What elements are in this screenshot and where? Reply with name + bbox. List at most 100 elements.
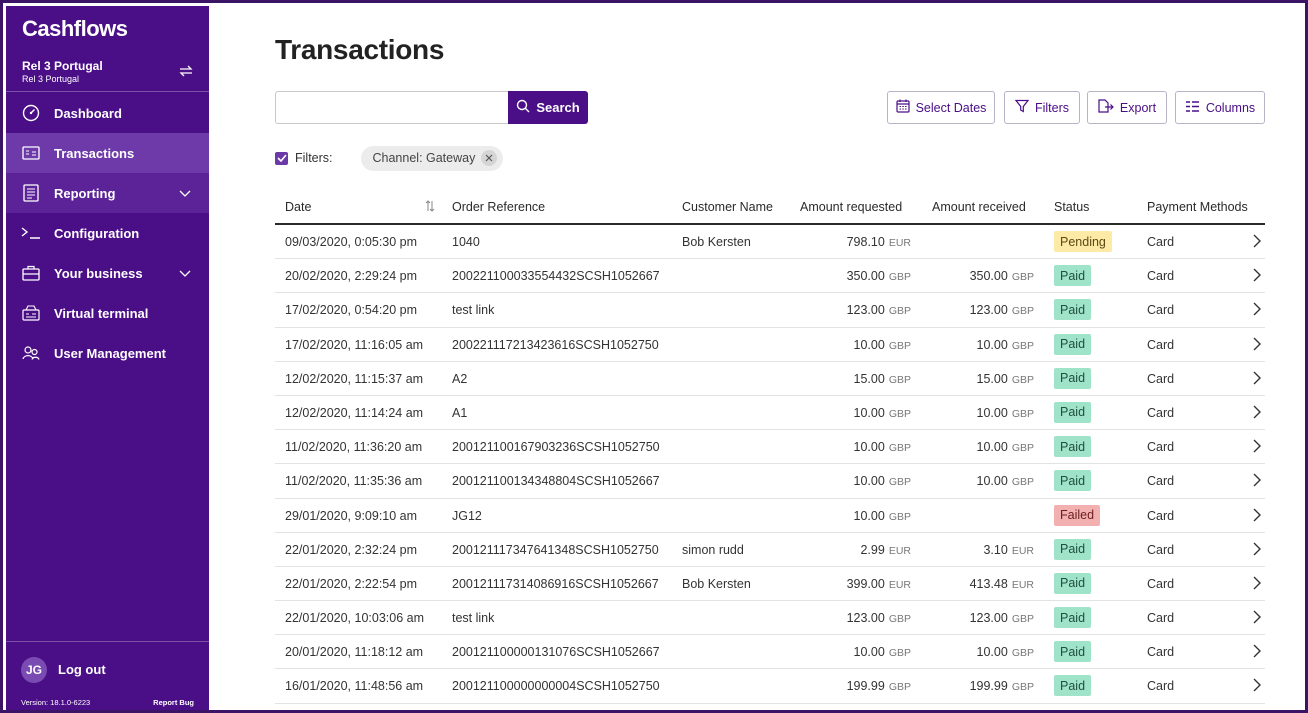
sidebar-item-dashboard[interactable]: Dashboard [6, 93, 209, 133]
sidebar-item-virtual-terminal[interactable]: Virtual terminal [6, 293, 209, 333]
cell-order-reference: 200121117314086916SCSH1052667 [452, 576, 659, 591]
cell-amount-requested: 123.00 GBP [847, 303, 911, 317]
table-row[interactable]: 09/03/2020, 0:05:30 pm 1040 Bob Kersten 798… [275, 225, 1265, 260]
chevron-right-icon[interactable] [1253, 371, 1261, 390]
table-row[interactable]: 12/02/2020, 11:14:24 am A1 10.00 GBP 10.00 GB… [275, 396, 1265, 431]
currency-code: EUR [1011, 578, 1034, 591]
account-selector[interactable]: Rel 3 Portugal Rel 3 Portugal [22, 59, 103, 84]
chevron-right-icon[interactable] [1253, 405, 1261, 424]
export-button[interactable]: Export [1087, 91, 1167, 124]
switch-account-icon[interactable] [179, 64, 193, 80]
calendar-icon [895, 99, 910, 116]
currency-code: GBP [1011, 373, 1034, 386]
cell-date: 12/02/2020, 11:15:37 am [285, 371, 424, 386]
filter-chip: Channel: Gateway [360, 145, 504, 171]
cell-order-reference: test link [452, 303, 495, 318]
report-bug-link[interactable]: Report Bug [153, 698, 194, 707]
column-header-date[interactable]: Date [285, 200, 311, 214]
cell-date: 17/02/2020, 0:54:20 pm [285, 303, 418, 318]
cell-amount-received [1030, 235, 1034, 249]
currency-code: GBP [888, 681, 911, 694]
status-badge: Paid [1054, 436, 1092, 458]
cell-payment-method: Card [1147, 508, 1175, 523]
sidebar-item-your-business[interactable]: Your business [6, 253, 209, 293]
chevron-right-icon[interactable] [1253, 473, 1261, 492]
columns-button[interactable]: Columns [1175, 91, 1265, 124]
sidebar-item-label: Dashboard [54, 105, 122, 121]
column-header-payment-methods[interactable]: Payment Methods [1147, 200, 1248, 214]
amount-value: 10.00 [976, 440, 1008, 455]
chevron-right-icon[interactable] [1253, 610, 1261, 629]
amount-value: 10.00 [976, 337, 1008, 352]
chevron-right-icon[interactable] [1253, 542, 1261, 561]
sidebar-item-transactions[interactable]: Transactions [6, 133, 209, 173]
search-input[interactable] [275, 91, 509, 124]
status-badge: Paid [1054, 333, 1092, 355]
table-row[interactable]: 20/02/2020, 2:29:24 pm 200221100033554432… [275, 259, 1265, 294]
cell-payment-method: Card [1147, 440, 1175, 455]
chevron-right-icon[interactable] [1253, 508, 1261, 527]
table-row[interactable]: 11/02/2020, 11:35:36 am 20012110013434880… [275, 464, 1265, 499]
chevron-right-icon[interactable] [1253, 576, 1261, 595]
amount-value: 413.48 [969, 576, 1008, 591]
main-content: Transactions Search Select Dates Filters… [209, 6, 1305, 710]
search-button[interactable]: Search [508, 91, 588, 124]
table-row[interactable]: 29/01/2020, 9:09:10 am JG12 10.00 GBP Failed… [275, 499, 1265, 533]
currency-code: GBP [1011, 339, 1034, 352]
table-row[interactable]: 22/01/2020, 10:03:06 am test link 123.00 GB… [275, 601, 1265, 636]
column-header-customer-name[interactable]: Customer Name [682, 200, 773, 214]
cell-date: 29/01/2020, 9:09:10 am [285, 508, 418, 523]
chevron-right-icon[interactable] [1253, 678, 1261, 697]
app-frame: Cashflows Rel 3 Portugal Rel 3 Portugal … [0, 0, 1308, 713]
table-row[interactable]: 11/02/2020, 11:36:20 am 20012110016790323… [275, 430, 1265, 465]
columns-button-label: Columns [1205, 100, 1256, 115]
chevron-right-icon[interactable] [1253, 644, 1261, 663]
close-icon[interactable] [481, 150, 498, 166]
column-header-amount-received[interactable]: Amount received [932, 200, 1026, 214]
table-row[interactable]: 17/02/2020, 11:16:05 am 20022111721342361… [275, 328, 1265, 362]
amount-value: 10.00 [853, 405, 885, 420]
brand-logo[interactable]: Cashflows [22, 16, 128, 42]
cell-amount-received: 10.00 GBP [977, 645, 1034, 659]
cell-amount-received [1030, 509, 1034, 523]
chevron-right-icon[interactable] [1253, 268, 1261, 287]
table-row[interactable]: 12/02/2020, 11:15:37 am A2 15.00 GBP 15.00 GB… [275, 362, 1265, 396]
status-badge: Failed [1054, 504, 1101, 526]
amount-value: 798.10 [846, 235, 885, 249]
sidebar-item-configuration[interactable]: Configuration [6, 213, 209, 253]
sort-icon[interactable] [425, 200, 435, 215]
cell-payment-method: Card [1147, 576, 1175, 591]
cell-order-reference: 200121100167903236SCSH1052750 [452, 440, 660, 455]
amount-value: 399.00 [846, 576, 885, 591]
cell-date: 22/01/2020, 2:22:54 pm [285, 576, 418, 591]
currency-code: GBP [888, 407, 911, 420]
chevron-right-icon[interactable] [1253, 302, 1261, 321]
column-header-order-reference[interactable]: Order Reference [452, 200, 545, 214]
sidebar-divider [6, 91, 209, 92]
chevron-right-icon[interactable] [1253, 337, 1261, 356]
select-dates-button[interactable]: Select Dates [887, 91, 995, 124]
table-row[interactable]: 22/01/2020, 2:22:54 pm 200121117314086916… [275, 567, 1265, 602]
cell-amount-requested: 399.00 EUR [847, 577, 911, 591]
table-row[interactable]: 22/01/2020, 2:32:24 pm 200121117347641348… [275, 533, 1265, 567]
cell-order-reference: 200221100033554432SCSH1052667 [452, 269, 660, 284]
currency-code: GBP [1011, 681, 1034, 694]
chevron-down-icon[interactable] [179, 266, 191, 281]
column-header-status[interactable]: Status [1054, 200, 1089, 214]
column-header-amount-requested[interactable]: Amount requested [800, 200, 902, 214]
cell-customer-name: Bob Kersten [682, 235, 751, 249]
sidebar-item-user-management[interactable]: User Management [6, 333, 209, 373]
cell-amount-requested: 10.00 GBP [854, 645, 911, 659]
filters-checkbox[interactable] [275, 151, 288, 165]
chevron-down-icon[interactable] [179, 186, 191, 201]
filters-button[interactable]: Filters [1004, 91, 1080, 124]
avatar[interactable]: JG [21, 657, 47, 683]
chevron-right-icon[interactable] [1253, 439, 1261, 458]
cell-amount-requested: 10.00 GBP [854, 509, 911, 523]
sidebar-item-reporting[interactable]: Reporting [6, 173, 209, 213]
table-row[interactable]: 17/02/2020, 0:54:20 pm test link 123.00 GBP… [275, 293, 1265, 328]
chevron-right-icon[interactable] [1253, 234, 1261, 253]
table-row[interactable]: 16/01/2020, 11:48:56 am 20012110000000000… [275, 669, 1265, 704]
table-row[interactable]: 20/01/2020, 11:18:12 am 20012110000013107… [275, 635, 1265, 670]
logout-link[interactable]: Log out [58, 662, 106, 677]
